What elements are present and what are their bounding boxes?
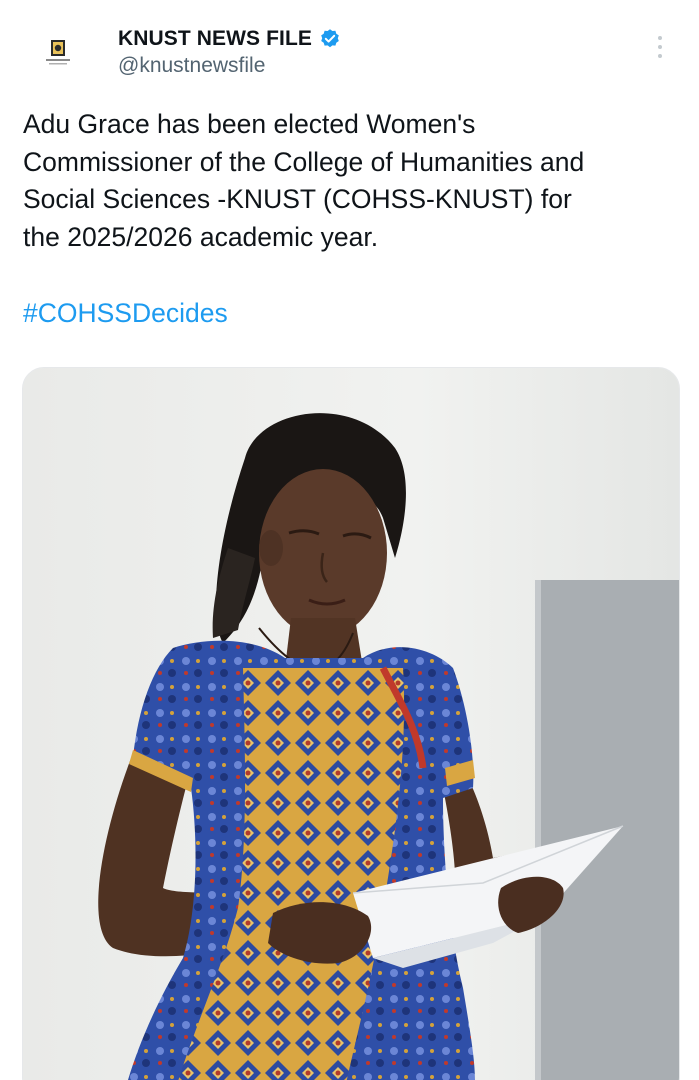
author-avatar[interactable] bbox=[34, 28, 82, 76]
author-handle[interactable]: @knustnewsfile bbox=[118, 54, 265, 78]
tweet-text-line: the 2025/2026 academic year. bbox=[23, 221, 379, 252]
author-name-row[interactable]: KNUST NEWS FILE bbox=[118, 24, 341, 54]
tweet-text: Adu Grace has been elected Women's Commi… bbox=[23, 106, 683, 256]
tweet-card: KNUST NEWS FILE @knustnewsfile Adu Grace… bbox=[0, 0, 699, 1080]
tweet-text-line: Commissioner of the College of Humanitie… bbox=[23, 146, 585, 177]
more-options-icon[interactable] bbox=[648, 32, 672, 62]
hashtag-link[interactable]: #COHSSDecides bbox=[23, 295, 228, 332]
photo-woman-reading-paper bbox=[23, 368, 679, 1080]
tweet-text-line: Social Sciences -KNUST (COHSS-KNUST) for bbox=[23, 184, 572, 214]
author-display-name[interactable]: KNUST NEWS FILE bbox=[118, 27, 312, 51]
tweet-text-line: Adu Grace has been elected Women's bbox=[23, 109, 476, 139]
tweet-photo[interactable] bbox=[22, 367, 680, 1080]
knust-news-file-logo-icon bbox=[46, 40, 70, 65]
verified-badge-icon bbox=[319, 28, 341, 50]
